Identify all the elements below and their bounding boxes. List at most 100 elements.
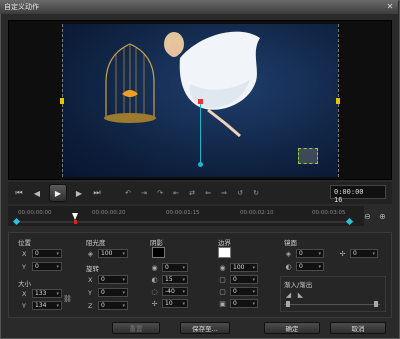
mirror-opacity-icon: ◈: [285, 250, 292, 258]
window-title: 自定义动作: [4, 3, 39, 11]
mirror-fade-icon: ◐: [285, 263, 292, 271]
fade-in-icon[interactable]: ◢: [284, 291, 293, 299]
size-y-field[interactable]: 134 ▾: [32, 301, 62, 310]
move-right-icon[interactable]: ⇒: [217, 187, 231, 199]
border-width-value: 0: [233, 276, 237, 283]
shadow-opacity-value: 0: [165, 264, 169, 271]
move-left-icon[interactable]: ⇐: [201, 187, 215, 199]
rotation-axis: [200, 102, 201, 164]
center-point-handle[interactable]: [198, 99, 203, 104]
tick-label: 00:00:00:20: [92, 210, 126, 216]
position-y-value: 0: [35, 263, 39, 270]
shadow-angle-value: -40: [165, 288, 175, 295]
fade-out-icon[interactable]: ◣: [296, 291, 305, 299]
close-button[interactable]: ✕: [383, 2, 397, 12]
position-x-value: 0: [35, 250, 39, 257]
rotation-x-value: 0: [101, 276, 105, 283]
copy-keyframe-icon[interactable]: ⇤: [169, 187, 183, 199]
mirror-title: 镜面: [284, 239, 297, 247]
tick-label: 00:00:02:10: [240, 210, 274, 216]
fade-slider-track[interactable]: [284, 304, 380, 305]
resize-handle-right[interactable]: [336, 98, 340, 104]
rotation-x-field[interactable]: 0 ▾: [98, 275, 128, 284]
rotation-title: 旋转: [86, 265, 99, 273]
size-y-label: Y: [22, 302, 26, 310]
border-round-value: 0: [233, 300, 237, 307]
previous-keyframe-icon[interactable]: ↺: [233, 187, 247, 199]
add-keyframe-icon[interactable]: ⇥: [137, 187, 151, 199]
border-color-swatch[interactable]: [218, 247, 231, 258]
next-frame-icon[interactable]: ▶: [72, 186, 86, 200]
timecode-frames: 16: [334, 196, 343, 204]
tick-label: 00:00:00:00: [18, 210, 52, 216]
border-blur-icon: ▢: [219, 288, 226, 296]
fade-out-slider-thumb[interactable]: [374, 301, 378, 307]
border-round-field[interactable]: 0 ▾: [230, 299, 258, 308]
shadow-title: 阴影: [150, 239, 163, 247]
mirror-fade-field[interactable]: 0 ▾: [296, 262, 324, 271]
border-blur-value: 0: [233, 288, 237, 295]
position-x-field[interactable]: 0 ▾: [32, 249, 62, 258]
shadow-distance-icon: ✢: [151, 300, 158, 308]
border-opacity-field[interactable]: 100 ▾: [230, 263, 258, 272]
opacity-icon: ◈: [87, 250, 94, 258]
border-blur-field[interactable]: 0 ▾: [230, 287, 258, 296]
ok-button[interactable]: 确定: [264, 322, 320, 334]
reset-button[interactable]: 重置: [112, 322, 160, 334]
border-opacity-icon: ◉: [219, 264, 226, 272]
position-y-field[interactable]: 0 ▾: [32, 262, 62, 271]
mirror-fade-value: 0: [299, 263, 303, 270]
size-y-value: 134: [35, 302, 47, 309]
link-ratio-icon[interactable]: ⛓: [63, 295, 72, 303]
rotation-handle[interactable]: [198, 162, 203, 167]
opacity-field[interactable]: 100 ▾: [98, 249, 128, 258]
rotation-y-label: Y: [88, 289, 92, 297]
next-keyframe-icon[interactable]: ↻: [249, 187, 263, 199]
shadow-opacity-field[interactable]: 0 ▾: [162, 263, 188, 272]
reverse-keyframes-icon[interactable]: ⇄: [185, 187, 199, 199]
zoom-in-icon[interactable]: ⊕: [379, 212, 386, 221]
shadow-angle-field[interactable]: -40 ▾: [162, 287, 188, 296]
border-width-icon: ▢: [219, 276, 226, 284]
tick-label: 00:00:01:15: [166, 210, 200, 216]
position-y-label: Y: [22, 263, 26, 271]
border-width-field[interactable]: 0 ▾: [230, 275, 258, 284]
shadow-color-swatch[interactable]: [152, 247, 165, 258]
shadow-blur-value: 15: [165, 276, 173, 283]
play-button[interactable]: ▶: [49, 184, 67, 202]
resize-handle-left[interactable]: [60, 98, 64, 104]
rotation-y-field[interactable]: 0 ▾: [98, 288, 128, 297]
rotation-y-value: 0: [101, 289, 105, 296]
shadow-blur-field[interactable]: 15 ▾: [162, 275, 188, 284]
opacity-title: 阻光度: [86, 239, 106, 247]
mirror-distance-field[interactable]: 0 ▾: [350, 249, 378, 258]
cancel-button[interactable]: 取消: [330, 322, 386, 334]
timeline-track[interactable]: [14, 221, 354, 223]
go-to-end-icon[interactable]: ⏭: [90, 186, 104, 200]
size-x-label: X: [22, 290, 27, 298]
fade-in-slider-thumb[interactable]: [286, 301, 290, 307]
rotation-z-label: Z: [88, 302, 93, 310]
shadow-opacity-icon: ◉: [151, 264, 158, 272]
save-as-button[interactable]: 保存至...: [180, 322, 230, 334]
zoom-out-icon[interactable]: ⊖: [364, 212, 371, 221]
go-to-start-icon[interactable]: ⏮: [12, 186, 26, 200]
shadow-angle-icon: ◌: [151, 288, 158, 296]
previous-frame-icon[interactable]: ◀: [30, 186, 44, 200]
undo-icon[interactable]: ↶: [121, 187, 135, 199]
rotation-z-value: 0: [101, 302, 105, 309]
border-title: 边界: [218, 239, 231, 247]
mirror-distance-icon: ✢: [339, 250, 346, 258]
timecode-display[interactable]: 0:00:00 16: [330, 185, 386, 204]
mirror-opacity-field[interactable]: 0 ▾: [296, 249, 324, 258]
position-x-label: X: [22, 250, 27, 258]
tick-label: 00:00:03:05: [312, 210, 346, 216]
size-x-field[interactable]: 133 ▾: [32, 289, 62, 298]
rotation-z-field[interactable]: 0 ▾: [98, 301, 128, 310]
object-thumbnail-box[interactable]: [298, 148, 318, 164]
size-x-value: 133: [35, 290, 47, 297]
fade-title: 渐入/渐出: [284, 281, 313, 289]
delete-keyframe-icon[interactable]: ↷: [153, 187, 167, 199]
shadow-distance-field[interactable]: 10 ▾: [162, 299, 188, 308]
timeline-ruler[interactable]: [8, 206, 364, 226]
